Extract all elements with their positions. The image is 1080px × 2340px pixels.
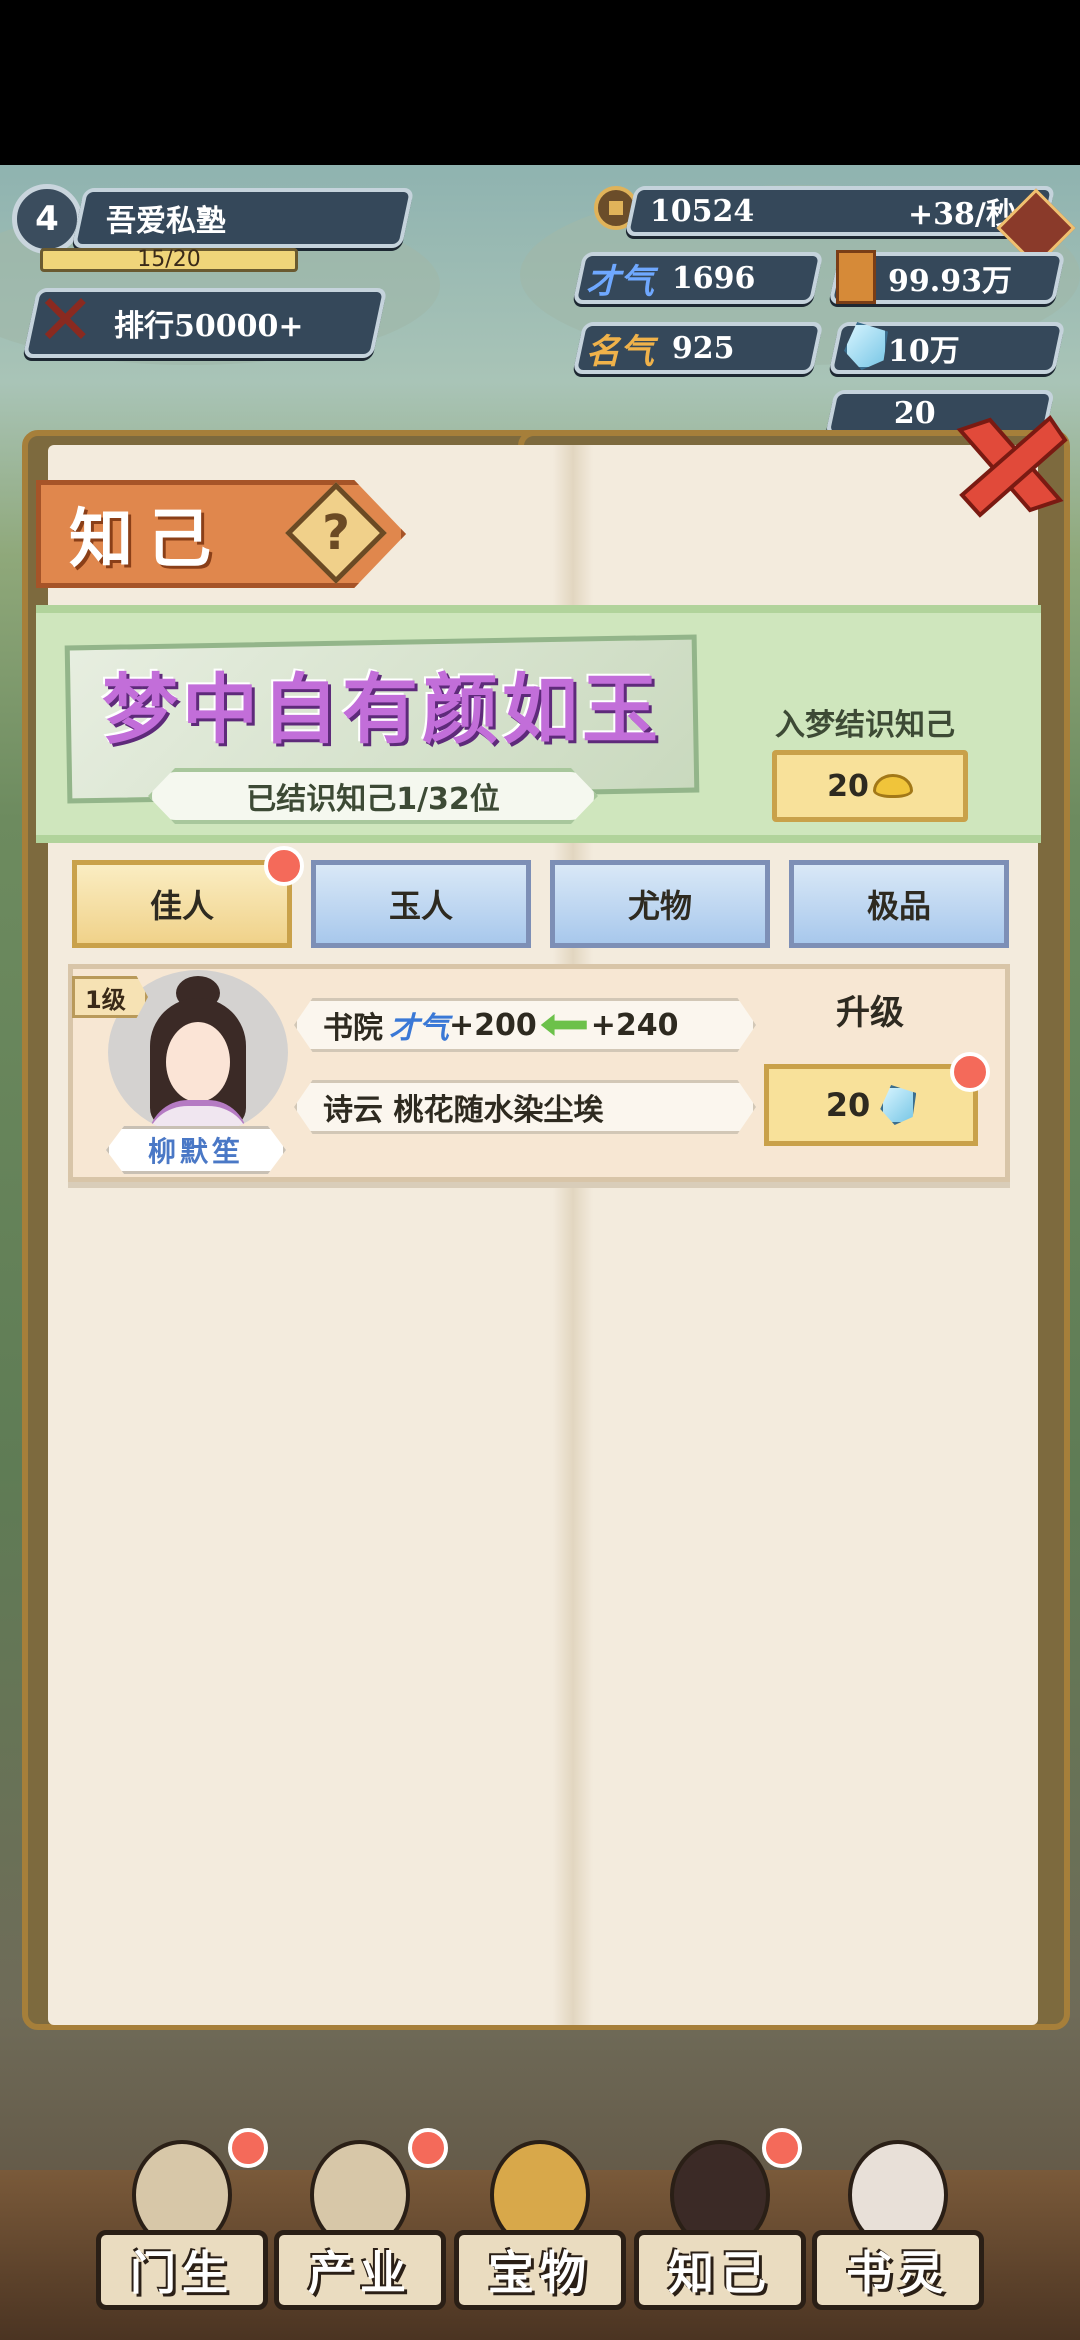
stat-prefix: 书院 — [323, 1011, 383, 1046]
upgrade-label: 升级 — [836, 993, 904, 1033]
dream-label: 入梦结识知己 — [775, 708, 955, 743]
green-arrow-icon — [540, 1014, 587, 1036]
arrow-bonus-value: +240 — [590, 1007, 679, 1043]
nav-badge-dot — [762, 2128, 802, 2168]
upgrade-button[interactable]: 20 — [764, 1064, 978, 1146]
rank-text: 排行50000+ — [114, 309, 304, 344]
diamond-icon — [880, 1085, 917, 1125]
ingot-value: 20 — [894, 395, 936, 431]
known-count: 已结识知己1/32位 — [148, 768, 598, 824]
panel-title: 知己 — [69, 502, 225, 577]
talent-icon: 才气 — [586, 262, 654, 302]
tab-jiaren[interactable]: 佳人 — [72, 860, 292, 948]
nav-label: 门生 — [96, 2230, 268, 2310]
school-name: 吾爱私塾 — [106, 204, 226, 239]
nav-label: 书灵 — [812, 2230, 984, 2310]
dream-button[interactable]: 20 — [772, 750, 968, 822]
upgrade-badge-dot — [950, 1052, 990, 1092]
poem-text: 诗云 桃花随水染尘埃 — [323, 1093, 604, 1128]
dream-cost: 20 — [827, 768, 869, 804]
exp-text: 15/20 — [137, 247, 201, 272]
slogan-text: 梦中自有颜如玉 — [102, 665, 662, 754]
nav-badge-dot — [408, 2128, 448, 2168]
upgrade-cost: 20 — [825, 1086, 871, 1124]
nav-badge-dot — [228, 2128, 268, 2168]
diamond-value: 10万 — [888, 334, 960, 369]
tab-badge-dot — [264, 846, 304, 886]
game-screen: { "player": {"level": "4", "school_name"… — [0, 0, 1080, 2340]
talent-value: 1696 — [672, 260, 756, 296]
talent-stat-icon: 才气 — [389, 1011, 449, 1046]
tab-label: 尤物 — [627, 887, 692, 925]
ingot-icon — [872, 774, 913, 798]
exp-bar: 15/20 — [40, 248, 298, 272]
tab-label: 玉人 — [388, 887, 453, 925]
nav-baowu[interactable]: 宝物 — [454, 2140, 626, 2320]
fame-icon: 名气 — [586, 332, 654, 372]
nav-label: 知己 — [634, 2230, 806, 2310]
tab-label: 佳人 — [149, 887, 214, 925]
tab-label: 极品 — [866, 887, 931, 925]
gold-value: 99.93万 — [888, 264, 1012, 299]
school-name-bar[interactable]: 吾爱私塾 — [71, 188, 415, 248]
confidant-stat-bonus: 书院 才气 +200 +240 — [294, 998, 756, 1052]
talent-bonus-value: +200 — [449, 1007, 537, 1043]
nav-label: 宝物 — [454, 2230, 626, 2310]
coins-value: 10524 — [650, 193, 755, 229]
player-level-badge[interactable]: 4 — [12, 184, 82, 254]
confidant-name: 柳默笙 — [106, 1126, 286, 1174]
nav-chanye[interactable]: 产业 — [274, 2140, 446, 2320]
confidant-level-badge: 1级 — [72, 976, 148, 1018]
tab-yuren[interactable]: 玉人 — [311, 860, 531, 948]
fame-value: 925 — [672, 330, 735, 366]
tab-jipin[interactable]: 极品 — [789, 860, 1009, 948]
coins-bar: 10524 +38/秒 — [624, 186, 1056, 236]
close-icon — [956, 415, 1068, 518]
nav-label: 产业 — [274, 2230, 446, 2310]
close-button[interactable] — [950, 410, 1070, 520]
help-icon: ? — [322, 505, 350, 561]
nav-shuling[interactable]: 书灵 — [812, 2140, 984, 2320]
gold-book-icon — [836, 250, 876, 304]
tab-youwu[interactable]: 尤物 — [550, 860, 770, 948]
confidant-poem: 诗云 桃花随水染尘埃 — [294, 1080, 756, 1134]
rank-emblem-icon: ✕ — [36, 279, 95, 361]
